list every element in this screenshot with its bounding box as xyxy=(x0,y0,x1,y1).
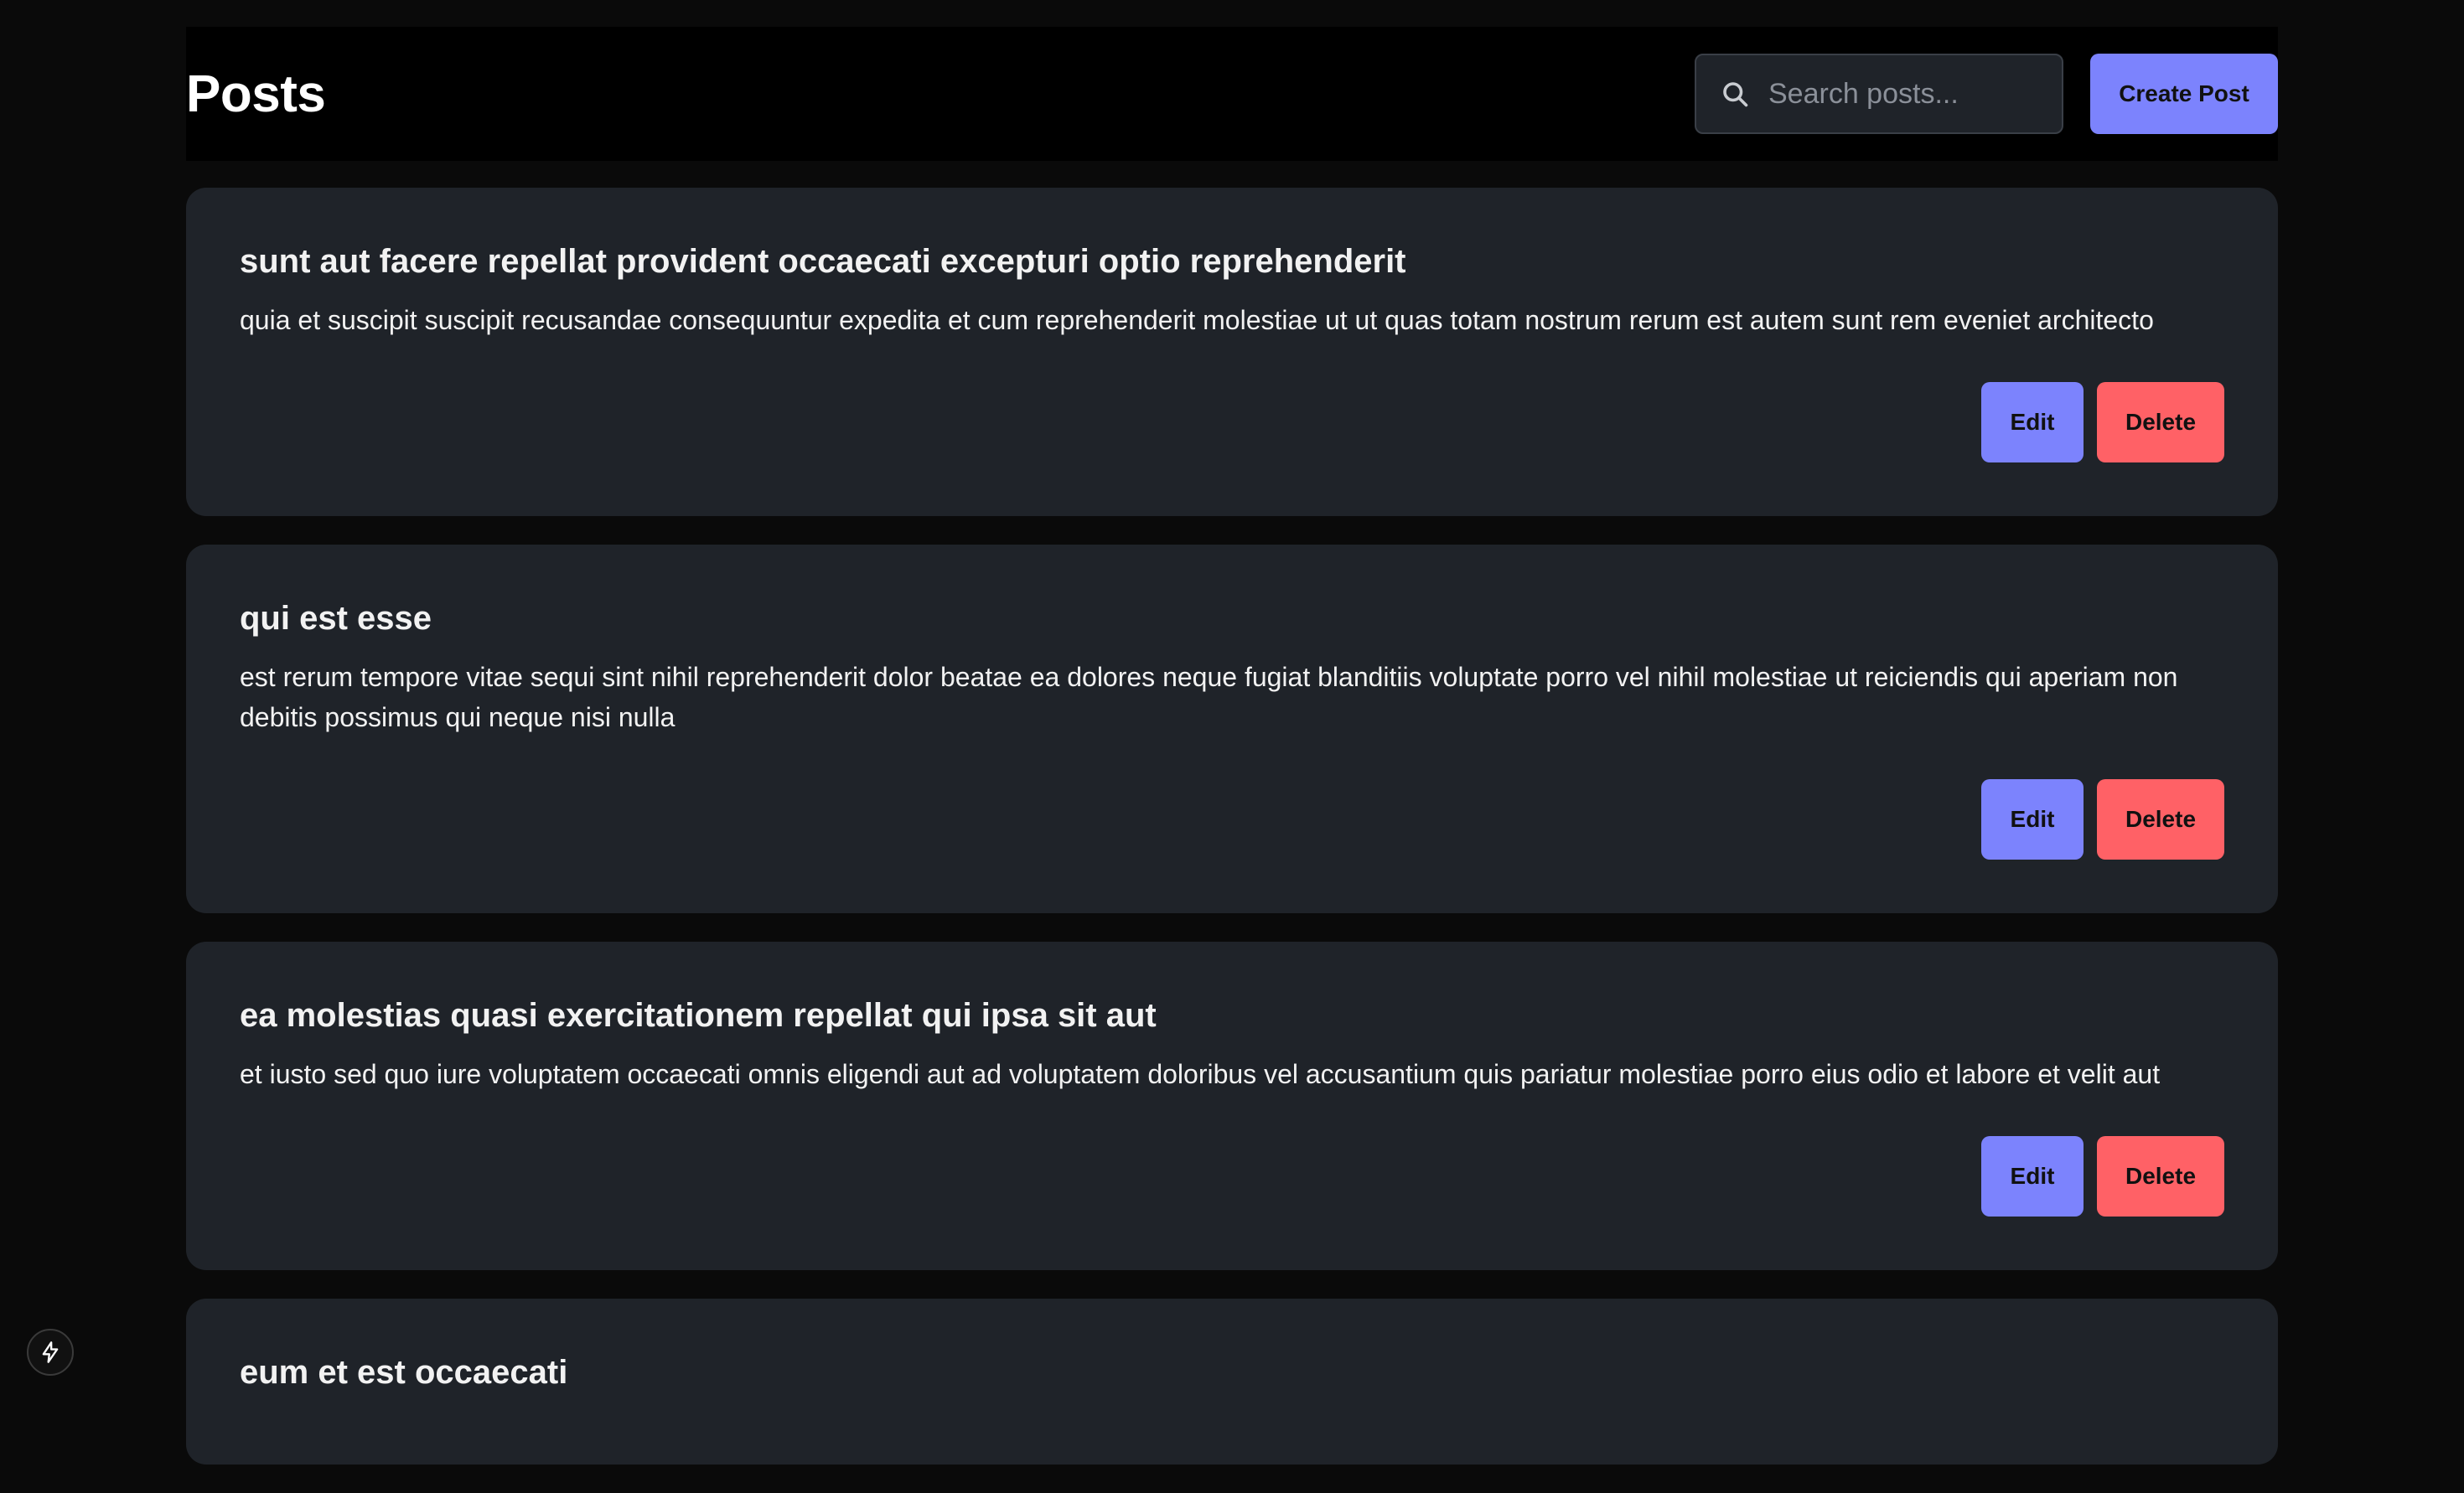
post-body: quia et suscipit suscipit recusandae con… xyxy=(240,305,2154,335)
edit-button[interactable]: Edit xyxy=(1981,1136,2084,1217)
create-post-button[interactable]: Create Post xyxy=(2090,54,2278,134)
search-icon xyxy=(1720,79,1750,109)
post-card: sunt aut facere repellat provident occae… xyxy=(186,188,2278,516)
page-header: Posts Create Post xyxy=(186,27,2278,161)
post-card: eum et est occaecati xyxy=(186,1299,2278,1465)
app-container: Posts Create Post sunt aut facere repell… xyxy=(186,27,2278,1493)
post-actions: Edit Delete xyxy=(240,382,2224,462)
dev-tools-button[interactable] xyxy=(27,1329,74,1376)
delete-button[interactable]: Delete xyxy=(2097,779,2224,860)
post-body: et iusto sed quo iure voluptatem occaeca… xyxy=(240,1059,2161,1089)
post-body: est rerum tempore vitae sequi sint nihil… xyxy=(240,662,2178,732)
delete-button[interactable]: Delete xyxy=(2097,1136,2224,1217)
post-list: sunt aut facere repellat provident occae… xyxy=(186,188,2278,1465)
post-actions: Edit Delete xyxy=(240,1136,2224,1217)
post-title: qui est esse xyxy=(240,600,432,637)
post-actions: Edit Delete xyxy=(240,779,2224,860)
header-actions: Create Post xyxy=(1695,54,2278,134)
edit-button[interactable]: Edit xyxy=(1981,779,2084,860)
post-title: eum et est occaecati xyxy=(240,1354,568,1391)
post-title: ea molestias quasi exercitationem repell… xyxy=(240,997,1157,1034)
search-input[interactable] xyxy=(1767,76,2038,111)
lightning-icon xyxy=(39,1341,62,1364)
delete-button[interactable]: Delete xyxy=(2097,382,2224,462)
edit-button[interactable]: Edit xyxy=(1981,382,2084,462)
page-title: Posts xyxy=(186,65,326,123)
post-card: qui est esse est rerum tempore vitae seq… xyxy=(186,545,2278,913)
search-box[interactable] xyxy=(1695,54,2063,134)
post-title: sunt aut facere repellat provident occae… xyxy=(240,243,1406,280)
post-card: ea molestias quasi exercitationem repell… xyxy=(186,942,2278,1270)
